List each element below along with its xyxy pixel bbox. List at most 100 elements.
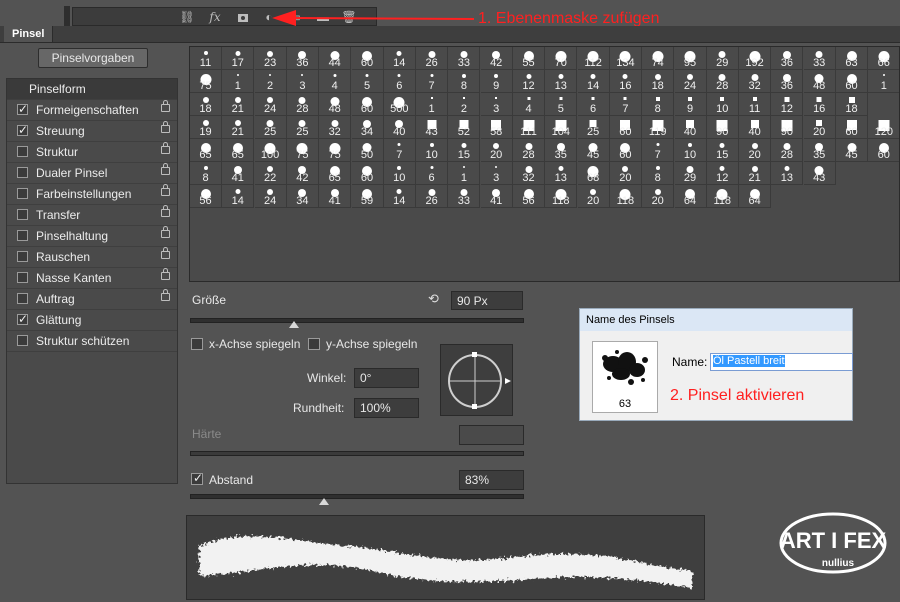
brush-preset[interactable]: 11	[739, 93, 772, 116]
brush-preset[interactable]: 74	[642, 47, 675, 70]
angle-input[interactable]: 0°	[354, 368, 419, 388]
brush-preset[interactable]: 23	[254, 47, 287, 70]
brush-preset[interactable]: 8	[448, 70, 481, 93]
brush-preset[interactable]: 19	[190, 116, 222, 139]
brush-preset[interactable]: 66	[868, 47, 899, 70]
lock-icon[interactable]	[161, 226, 170, 238]
brush-preset[interactable]: 8	[642, 93, 675, 116]
brush-preset[interactable]: 26	[416, 185, 449, 208]
brush-preset[interactable]: 21	[222, 116, 255, 139]
brush-preset[interactable]: 17	[222, 47, 255, 70]
reset-size-icon[interactable]: ⟲	[428, 291, 444, 307]
brush-preset[interactable]: 28	[286, 93, 319, 116]
brush-preset[interactable]: 75	[190, 70, 222, 93]
sidebar-item[interactable]: Farbeinstellungen	[7, 184, 177, 205]
brush-preset[interactable]: 8	[190, 162, 222, 185]
sidebar-item[interactable]: Formeigenschaften	[7, 100, 177, 121]
lock-icon[interactable]	[161, 142, 170, 154]
sidebar-item[interactable]: Rauschen	[7, 247, 177, 268]
sidebar-item-checkbox[interactable]	[17, 251, 28, 262]
tab-brush[interactable]: Pinsel	[4, 26, 54, 42]
lock-icon[interactable]	[161, 205, 170, 217]
brush-preset[interactable]: 7	[383, 139, 416, 162]
brush-preset[interactable]: 9	[480, 70, 513, 93]
brush-preset[interactable]: 134	[609, 47, 642, 70]
brush-preset[interactable]: 33	[448, 185, 481, 208]
brush-preset[interactable]: 60	[868, 139, 899, 162]
lock-icon[interactable]	[161, 100, 170, 112]
brush-preset[interactable]: 14	[383, 47, 416, 70]
brush-preset[interactable]: 16	[803, 93, 836, 116]
brush-preset[interactable]: 2	[254, 70, 287, 93]
brush-preset[interactable]: 3	[480, 93, 513, 116]
brush-preset[interactable]: 56	[190, 185, 222, 208]
brush-preset[interactable]: 10	[383, 162, 416, 185]
brush-preset[interactable]: 35	[803, 139, 836, 162]
brush-preset[interactable]: 18	[642, 70, 675, 93]
sidebar-item-checkbox[interactable]	[17, 293, 28, 304]
brush-preset[interactable]: 63	[836, 47, 868, 70]
brush-preset[interactable]: 34	[286, 185, 319, 208]
brush-preset[interactable]: 7	[642, 139, 675, 162]
brush-preset[interactable]: 120	[868, 116, 899, 139]
brush-preset[interactable]: 119	[642, 116, 675, 139]
size-slider-thumb[interactable]	[288, 321, 299, 328]
brush-preset[interactable]: 60	[351, 162, 384, 185]
brush-preset[interactable]: 29	[706, 47, 739, 70]
sidebar-item-brush-tip-shape[interactable]: Pinselform	[7, 79, 177, 100]
lock-icon[interactable]	[161, 268, 170, 280]
brush-preset[interactable]: 4	[319, 70, 352, 93]
brush-preset[interactable]: 60	[609, 139, 642, 162]
brush-preset[interactable]: 65	[222, 139, 255, 162]
brush-presets-button[interactable]: Pinselvorgaben	[38, 48, 148, 68]
brush-preset[interactable]: 75	[286, 139, 319, 162]
brush-preset[interactable]: 24	[254, 93, 287, 116]
roundness-input[interactable]: 100%	[354, 398, 419, 418]
lock-icon[interactable]	[161, 163, 170, 175]
sidebar-item-checkbox[interactable]	[17, 167, 28, 178]
brush-preset[interactable]: 45	[577, 139, 610, 162]
brush-preset[interactable]: 6	[416, 162, 449, 185]
spacing-input[interactable]: 83%	[459, 470, 524, 490]
brush-preset[interactable]: 4	[513, 93, 545, 116]
brush-preset[interactable]: 35	[545, 139, 578, 162]
brush-preset[interactable]: 20	[577, 185, 610, 208]
sidebar-item[interactable]: Transfer	[7, 205, 177, 226]
brush-preset[interactable]: 12	[513, 70, 545, 93]
brush-preset[interactable]: 118	[609, 185, 642, 208]
brush-preset[interactable]: 65	[190, 139, 222, 162]
brush-preset[interactable]: 40	[739, 116, 772, 139]
brush-preset[interactable]: 192	[739, 47, 772, 70]
brush-preset[interactable]: 2	[448, 93, 481, 116]
brush-preset[interactable]: 18	[836, 93, 868, 116]
brush-preset[interactable]: 75	[319, 139, 352, 162]
brush-preset[interactable]: 12	[706, 162, 739, 185]
spacing-slider-thumb[interactable]	[318, 498, 329, 505]
brush-preset[interactable]: 52	[448, 116, 481, 139]
sidebar-item[interactable]: Nasse Kanten	[7, 268, 177, 289]
sidebar-item-checkbox[interactable]	[17, 230, 28, 241]
brush-preset[interactable]: 25	[286, 116, 319, 139]
size-input[interactable]: 90 Px	[451, 291, 523, 310]
toolbar-grip[interactable]	[64, 6, 70, 26]
sidebar-item-checkbox[interactable]	[17, 123, 28, 137]
brush-preset[interactable]: 7	[416, 70, 449, 93]
flip-x-checkbox[interactable]	[191, 338, 203, 350]
brush-preset[interactable]: 50	[351, 139, 384, 162]
brush-preset[interactable]: 41	[319, 185, 352, 208]
sidebar-item[interactable]: Dualer Pinsel	[7, 163, 177, 184]
brush-preset[interactable]: 28	[771, 139, 804, 162]
brush-preset[interactable]: 90	[771, 116, 804, 139]
brush-preset[interactable]: 111	[513, 116, 545, 139]
brush-preset[interactable]: 29	[674, 162, 707, 185]
sidebar-item-checkbox[interactable]	[17, 188, 28, 199]
brush-preset[interactable]: 118	[545, 185, 578, 208]
brush-preset[interactable]: 3	[480, 162, 513, 185]
brush-preset[interactable]: 1	[868, 70, 899, 93]
sidebar-item[interactable]: Struktur	[7, 142, 177, 163]
brush-preset[interactable]: 28	[513, 139, 545, 162]
brush-preset[interactable]: 100	[254, 139, 287, 162]
sidebar-item-checkbox[interactable]	[17, 102, 28, 116]
brush-preset[interactable]: 10	[674, 139, 707, 162]
brush-preset[interactable]: 59	[351, 185, 384, 208]
